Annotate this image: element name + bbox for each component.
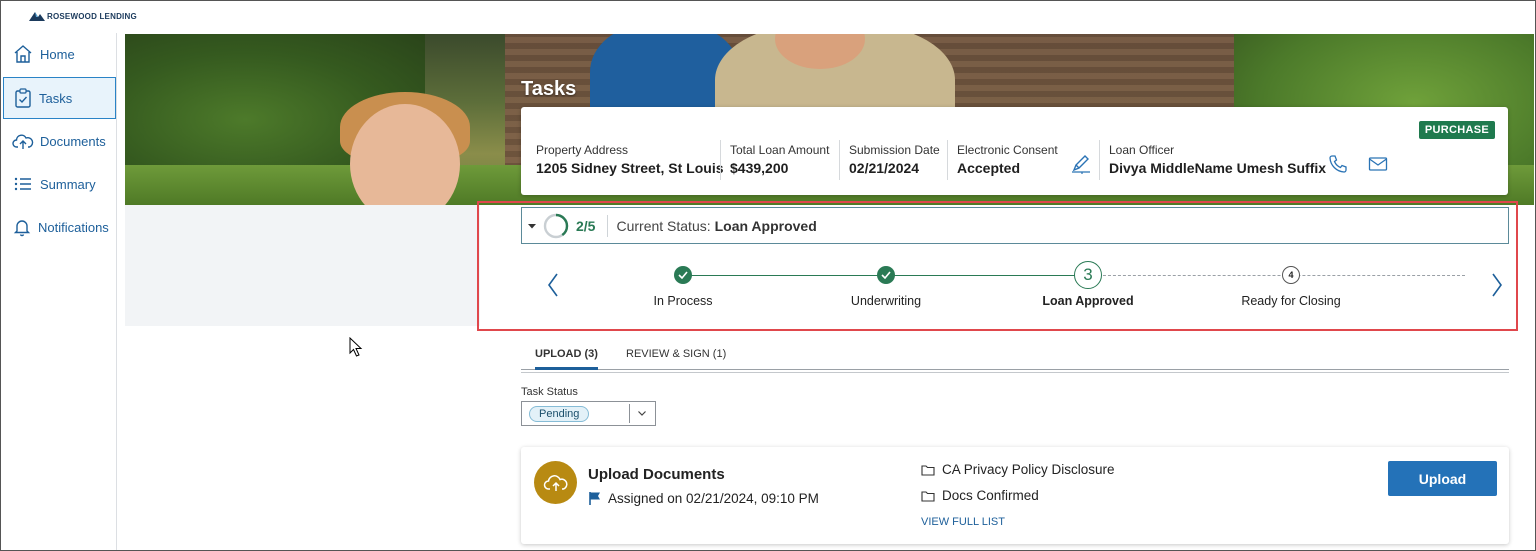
view-full-list-link[interactable]: VIEW FULL LIST — [921, 516, 1005, 528]
upload-button[interactable]: Upload — [1388, 461, 1497, 496]
total-loan-amount: Total Loan Amount $439,200 — [730, 143, 829, 176]
divider — [947, 140, 948, 180]
loan-status-bar[interactable]: 2/5 Current Status: Loan Approved — [521, 207, 1509, 244]
progress-count: 2/5 — [576, 217, 596, 234]
divider — [720, 140, 721, 180]
home-icon — [14, 45, 32, 63]
folder-icon — [921, 464, 935, 476]
step-4-number: 4 — [1282, 266, 1300, 284]
task-assigned: Assigned on 02/21/2024, 09:10 PM — [588, 491, 819, 506]
flag-icon — [589, 492, 600, 505]
loan-officer: Loan Officer Divya MiddleName Umesh Suff… — [1109, 143, 1326, 176]
property-address-value: 1205 Sidney Street, St Louis — [536, 160, 724, 176]
divider — [839, 140, 840, 180]
sidebar-item-label: Notifications — [38, 219, 109, 235]
content-background — [125, 205, 480, 326]
step-1-check-icon — [674, 266, 692, 284]
current-status-value: Loan Approved — [714, 217, 817, 234]
step-label-current: Loan Approved — [1042, 294, 1134, 308]
submission-date-value: 02/21/2024 — [849, 160, 920, 176]
submission-date: Submission Date 02/21/2024 — [849, 143, 940, 176]
officer-name: Divya MiddleName Umesh Suffix — [1109, 160, 1327, 176]
document-item[interactable]: Docs Confirmed — [921, 488, 1039, 503]
loan-summary-card: PURCHASE Property Address 1205 Sidney St… — [521, 107, 1508, 195]
phone-icon[interactable] — [1327, 153, 1349, 175]
electronic-consent: Electronic Consent Accepted — [957, 143, 1058, 176]
step-3-number: 3 — [1074, 261, 1102, 289]
step-label: Underwriting — [850, 294, 922, 308]
sidebar-item-label: Summary — [40, 176, 96, 192]
step-label: Ready for Closing — [1241, 294, 1341, 308]
property-address-label: Property Address — [536, 143, 629, 157]
sidebar-item-tasks[interactable]: Tasks — [3, 77, 116, 119]
sidebar-item-home[interactable]: Home — [3, 33, 116, 75]
list-icon — [14, 177, 31, 191]
sidebar-item-label: Documents — [40, 133, 106, 149]
sidebar: Home Tasks Documents Summary Notificatio… — [1, 33, 117, 550]
step-label: In Process — [653, 294, 713, 308]
tab-upload[interactable]: UPLOAD (3) — [535, 348, 598, 370]
divider — [521, 372, 1509, 373]
divider — [629, 404, 630, 423]
loan-type-badge: PURCHASE — [1418, 121, 1495, 139]
document-name: CA Privacy Policy Disclosure — [942, 462, 1115, 477]
task-card: Upload Documents Assigned on 02/21/2024,… — [521, 447, 1509, 544]
current-status-label: Current Status: — [616, 217, 711, 234]
tasks-icon — [15, 88, 31, 108]
tab-review-sign[interactable]: REVIEW & SIGN (1) — [626, 348, 726, 370]
step-2-check-icon — [877, 266, 895, 284]
total-loan-label: Total Loan Amount — [730, 143, 830, 157]
progress-line-pending — [1088, 275, 1465, 276]
divider — [1099, 140, 1100, 180]
progress-ring-icon — [543, 213, 569, 238]
divider — [607, 214, 609, 237]
chevron-right-icon[interactable] — [1487, 271, 1507, 299]
bell-icon — [13, 220, 31, 237]
document-item[interactable]: CA Privacy Policy Disclosure — [921, 462, 1115, 477]
cloud-upload-icon — [534, 461, 577, 504]
mouse-cursor-icon — [349, 337, 363, 357]
consent-value: Accepted — [957, 160, 1021, 176]
consent-label: Electronic Consent — [957, 143, 1058, 157]
chevron-left-icon[interactable] — [543, 271, 563, 299]
logo-mark-icon — [29, 12, 45, 21]
task-tabs: UPLOAD (3) REVIEW & SIGN (1) — [521, 346, 1509, 370]
status-stepper: In Process Underwriting 3 Loan Approved … — [521, 245, 1509, 325]
status-pill: Pending — [529, 405, 590, 422]
brand-name: ROSEWOOD LENDING — [47, 11, 137, 21]
property-address: Property Address 1205 Sidney Street, St … — [536, 143, 724, 176]
collapse-caret-icon[interactable] — [527, 222, 537, 230]
sidebar-item-documents[interactable]: Documents — [3, 120, 116, 162]
cloud-documents-icon — [12, 134, 34, 149]
email-icon[interactable] — [1368, 155, 1388, 173]
sidebar-item-label: Tasks — [39, 90, 73, 106]
task-title: Upload Documents — [588, 466, 725, 483]
sidebar-item-label: Home — [40, 46, 75, 62]
folder-icon — [921, 490, 935, 502]
task-status-select[interactable]: Pending — [521, 401, 656, 426]
task-status-label: Task Status — [521, 386, 578, 398]
submission-date-label: Submission Date — [849, 143, 940, 157]
total-loan-value: $439,200 — [730, 160, 789, 176]
brand-logo[interactable]: ROSEWOOD LENDING — [29, 11, 137, 21]
page-title: Tasks — [521, 78, 577, 100]
edit-consent-icon[interactable] — [1069, 151, 1093, 175]
assigned-date: Assigned on 02/21/2024, 09:10 PM — [608, 491, 819, 506]
sidebar-item-summary[interactable]: Summary — [3, 163, 116, 205]
officer-label: Loan Officer — [1109, 143, 1175, 157]
sidebar-item-notifications[interactable]: Notifications — [3, 206, 116, 248]
document-name: Docs Confirmed — [942, 488, 1039, 503]
top-bar: ROSEWOOD LENDING — [1, 1, 1535, 33]
chevron-down-icon[interactable] — [636, 407, 648, 419]
